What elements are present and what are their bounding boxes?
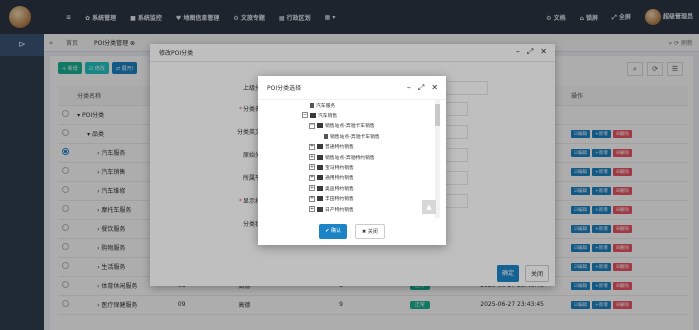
tree-node[interactable]: + 通用特约销售 bbox=[309, 173, 354, 183]
tree-node-label: 销售站点-奔驰卡车销售 bbox=[330, 134, 380, 140]
tree-node[interactable]: − 汽车销售 bbox=[302, 110, 337, 120]
tree-toggle-icon[interactable]: + bbox=[309, 195, 315, 202]
tree-node[interactable]: + 宝马特约销售 bbox=[309, 162, 354, 172]
tree-node-label: 奥迪特约销售 bbox=[325, 186, 354, 192]
document-icon bbox=[324, 133, 328, 139]
scroll-top-icon[interactable]: ▲ bbox=[422, 200, 436, 214]
tree-node-label: 宝马特约销售 bbox=[325, 165, 354, 171]
close-icon[interactable]: ✕ bbox=[431, 83, 438, 93]
tree-confirm-button[interactable]: ✔ 确认 bbox=[319, 224, 347, 239]
tree-node-label: 普通特约销售 bbox=[325, 145, 354, 151]
tree-node-label: 汽车服务 bbox=[316, 103, 336, 109]
folder-icon bbox=[317, 175, 323, 181]
tree-toggle-icon[interactable]: − bbox=[309, 122, 315, 129]
tree-toggle-icon[interactable]: + bbox=[309, 174, 315, 181]
tree-toggle-icon[interactable]: − bbox=[302, 112, 308, 119]
tree-node[interactable]: − 销售站点-奔驰卡车销售 bbox=[309, 121, 375, 131]
tree-node-label: 丰田特约销售 bbox=[325, 197, 354, 203]
tree-node[interactable]: + 销售站点-奔驰特约销售 bbox=[309, 152, 375, 162]
folder-icon bbox=[310, 112, 316, 118]
folder-icon bbox=[317, 144, 323, 150]
select-dialog-title: POI分类选择 bbox=[267, 85, 302, 92]
folder-icon bbox=[317, 206, 323, 212]
tree-toggle-icon[interactable]: + bbox=[309, 143, 315, 150]
tree-toggle-icon[interactable]: + bbox=[309, 185, 315, 192]
folder-icon bbox=[317, 123, 323, 129]
tree-node-label: 汽车销售 bbox=[318, 113, 338, 119]
folder-icon bbox=[317, 164, 323, 170]
tree-toggle-icon[interactable]: + bbox=[309, 154, 315, 160]
tree-node[interactable]: + 普通特约销售 bbox=[309, 142, 354, 152]
tree-node-label: 日产特约销售 bbox=[325, 207, 354, 213]
tree-node[interactable]: 销售站点-奔驰卡车销售 bbox=[316, 131, 380, 141]
tree-toggle-icon[interactable]: + bbox=[309, 164, 315, 171]
minimize-icon[interactable]: – bbox=[407, 83, 411, 93]
tree-node[interactable]: + 丰田特约销售 bbox=[309, 194, 354, 204]
folder-icon bbox=[317, 196, 323, 202]
folder-icon bbox=[317, 185, 323, 191]
tree-node[interactable]: + 奥迪特约销售 bbox=[309, 183, 354, 193]
category-tree: 汽车服务 − 汽车销售 − 销售站点-奔驰卡车销售 销售站点-奔驰卡车销售 + 普通特约销售 +… bbox=[298, 100, 440, 218]
tree-node-label: 通用特约销售 bbox=[325, 176, 354, 182]
tree-close-button[interactable]: ✖ 关闭 bbox=[355, 224, 385, 239]
tree-node-label: 销售站点-奔驰卡车销售 bbox=[325, 124, 375, 130]
folder-icon bbox=[317, 154, 323, 160]
tree-node[interactable]: 汽车服务 bbox=[302, 100, 335, 110]
maximize-icon[interactable]: ⤢ bbox=[418, 83, 424, 93]
tree-node-label: 销售站点-奔驰特约销售 bbox=[325, 155, 375, 161]
tree-toggle-icon[interactable]: + bbox=[309, 206, 315, 212]
tree-node[interactable]: + 日产特约销售 bbox=[309, 204, 354, 214]
poi-category-select-dialog: POI分类选择 – ⤢ ✕ 汽车服务 − 汽车销售 − 销售站点-奔驰卡车销售 销售站点-… bbox=[258, 76, 446, 245]
document-icon bbox=[310, 102, 314, 108]
